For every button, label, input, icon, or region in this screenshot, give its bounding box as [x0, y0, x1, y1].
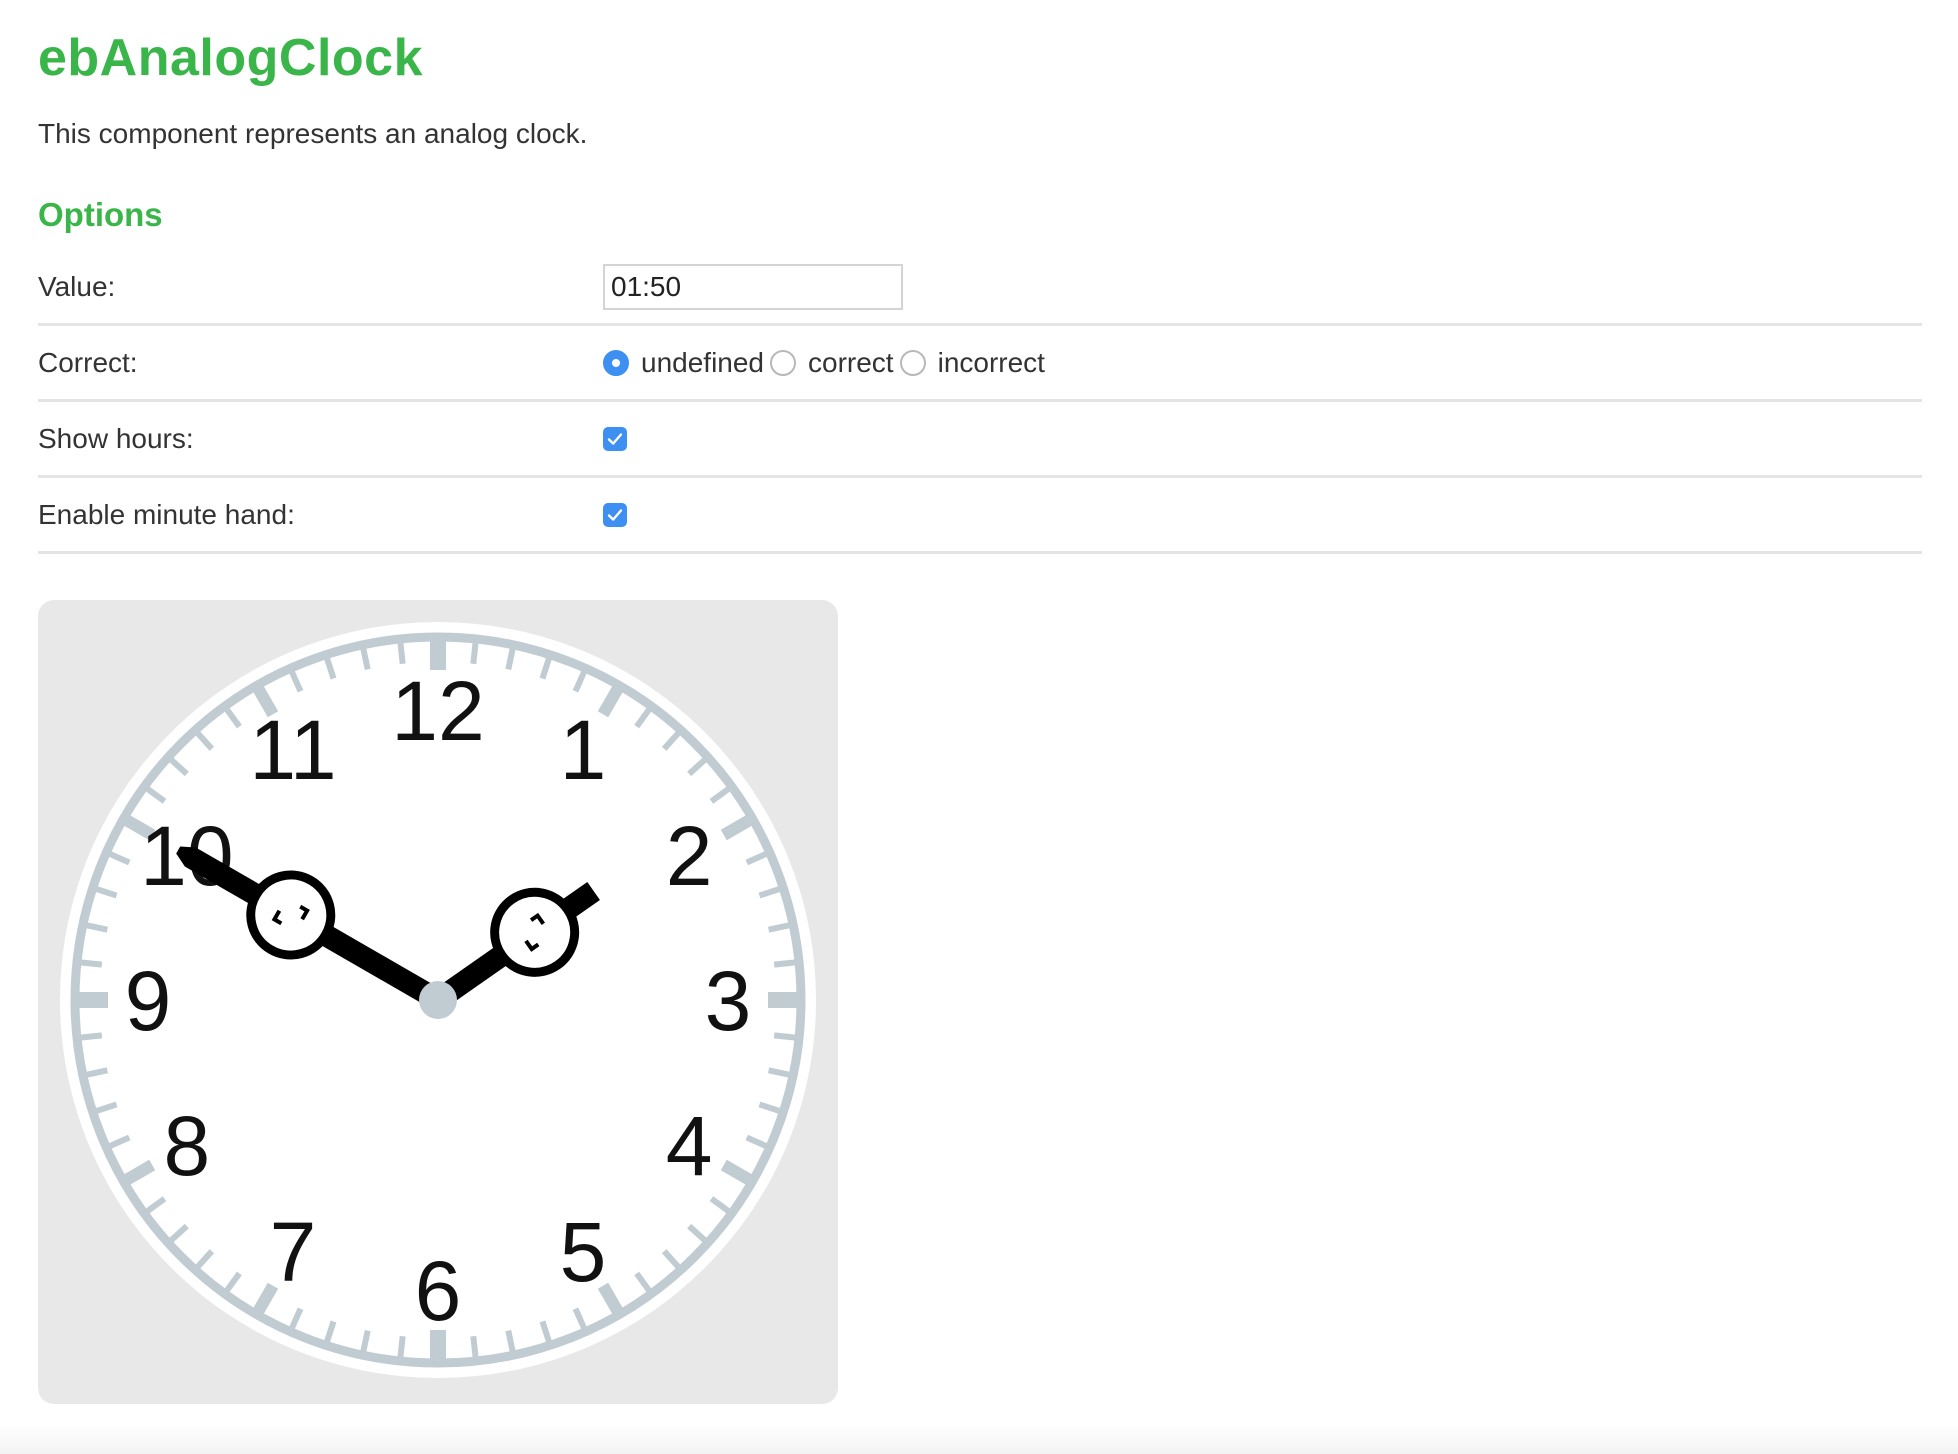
hour-number: 8	[163, 1099, 210, 1193]
analog-clock: 121234567891011	[60, 622, 816, 1378]
minute-tick	[470, 1335, 479, 1361]
checkmark-icon	[607, 508, 623, 521]
hour-number: 6	[415, 1244, 462, 1338]
hour-number: 1	[560, 703, 607, 797]
minute-tick	[397, 639, 406, 665]
minute-tick	[397, 1335, 406, 1361]
hour-number: 12	[391, 664, 484, 758]
options-list: Value: Correct: undefined correct incorr…	[38, 250, 1922, 554]
show-hours-checkbox[interactable]	[603, 426, 627, 451]
hour-number: 3	[705, 954, 752, 1048]
value-label: Value:	[38, 270, 116, 302]
hour-number: 5	[560, 1205, 607, 1299]
minute-tick	[773, 959, 799, 968]
clock-center-pin	[419, 981, 457, 1019]
show-hours-control	[603, 426, 627, 451]
radio-incorrect-label[interactable]: incorrect	[938, 347, 1045, 379]
checkmark-icon	[607, 432, 623, 445]
minute-tick	[77, 959, 103, 968]
radio-undefined[interactable]	[603, 349, 629, 376]
option-row-correct: Correct: undefined correct incorrect	[38, 326, 1922, 402]
minute-tick	[470, 639, 479, 665]
page: ebAnalogClock This component represents …	[0, 0, 1958, 1454]
enable-minute-hand-control	[603, 502, 627, 527]
hour-number: 2	[666, 809, 713, 903]
radio-incorrect[interactable]	[899, 349, 926, 376]
option-row-value: Value:	[38, 250, 1922, 326]
value-control	[603, 263, 903, 310]
hour-number: 4	[666, 1099, 713, 1193]
bottom-shade	[0, 1424, 1958, 1454]
correct-label: Correct:	[38, 346, 138, 378]
hour-number: 11	[249, 703, 336, 797]
page-title: ebAnalogClock	[38, 29, 423, 87]
option-row-show-hours: Show hours:	[38, 402, 1922, 478]
clock-panel: 121234567891011	[38, 600, 838, 1404]
radio-undefined-label[interactable]: undefined	[641, 347, 764, 379]
options-heading: Options	[38, 196, 163, 233]
page-description: This component represents an analog cloc…	[38, 118, 588, 149]
enable-minute-hand-checkbox[interactable]	[603, 502, 627, 527]
minute-tick	[77, 1032, 103, 1041]
minute-tick	[773, 1032, 799, 1041]
correct-radio-group: undefined correct incorrect	[603, 347, 1051, 379]
hour-number: 7	[270, 1205, 317, 1299]
show-hours-label: Show hours:	[38, 422, 194, 454]
enable-minute-hand-label: Enable minute hand:	[38, 498, 295, 530]
radio-correct-label[interactable]: correct	[808, 347, 894, 379]
value-input[interactable]	[603, 263, 903, 310]
option-row-enable-minute-hand: Enable minute hand:	[38, 478, 1922, 554]
hour-number: 9	[125, 954, 172, 1048]
radio-correct[interactable]	[770, 349, 797, 376]
